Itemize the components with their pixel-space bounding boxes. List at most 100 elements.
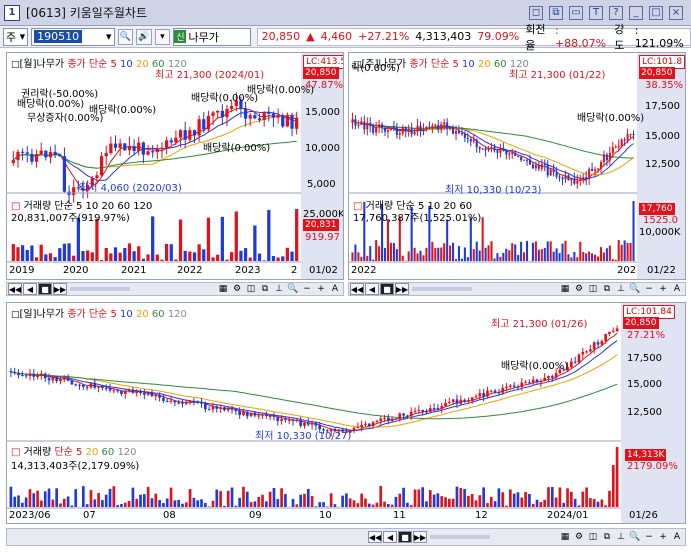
candle xyxy=(409,411,413,417)
prev-end-button[interactable]: ◀◀ xyxy=(350,283,364,295)
volume-bar xyxy=(371,504,375,507)
help-icon[interactable]: ? xyxy=(609,5,623,20)
volume-bar xyxy=(351,252,354,261)
next-button[interactable]: ▶▶ xyxy=(413,531,427,543)
volume-bar xyxy=(508,250,511,261)
code-input[interactable]: 190510 ▾ xyxy=(31,27,115,46)
zoom-icon[interactable]: 🔍 xyxy=(287,284,299,294)
close-icon[interactable]: × xyxy=(669,5,683,20)
scroll-track[interactable] xyxy=(412,287,472,291)
prev-button[interactable]: ◀ xyxy=(383,531,397,543)
overlap-icon[interactable]: ◫ xyxy=(245,284,257,294)
prev-button[interactable]: ◀ xyxy=(365,283,379,295)
volume-bar xyxy=(455,486,459,507)
volume-bar xyxy=(101,500,104,507)
candle xyxy=(611,147,614,153)
volume-bar xyxy=(501,492,505,507)
volume-bar xyxy=(86,250,90,261)
crosshair-icon[interactable]: ⊥ xyxy=(273,284,285,294)
settings-icon[interactable]: ⚙ xyxy=(573,532,585,542)
weekly-chart-pane[interactable]: □[주]나무가 종가 단순 5 10 20 60 120 락(0.00%) 최고… xyxy=(348,52,686,280)
maximize-icon[interactable]: □ xyxy=(649,5,663,20)
copy-icon[interactable]: ⧉ xyxy=(549,5,563,20)
volume-bar xyxy=(395,249,398,261)
grid-icon[interactable]: ▦ xyxy=(559,532,571,542)
plus-icon[interactable]: + xyxy=(657,284,669,294)
copy-icon[interactable]: ⧉ xyxy=(601,284,613,294)
copy-icon[interactable]: ⧉ xyxy=(601,532,613,542)
volume-bar xyxy=(333,504,337,507)
daily-chart-pane[interactable]: □[일]나무가 종가 단순 5 10 20 60 120 최고 21,300 (… xyxy=(6,302,686,524)
candle xyxy=(20,151,25,153)
volume-bar xyxy=(413,489,417,507)
grid-icon[interactable]: ▦ xyxy=(559,284,571,294)
volume-bar xyxy=(262,260,266,261)
candle xyxy=(127,389,131,391)
crosshair-icon[interactable]: ⊥ xyxy=(615,532,627,542)
window-icon[interactable]: ▭ xyxy=(569,5,583,20)
volume-bar xyxy=(632,201,635,261)
minus-icon[interactable]: − xyxy=(301,284,313,294)
prev-end-button[interactable]: ◀◀ xyxy=(368,531,382,543)
grid-icon[interactable]: ▦ xyxy=(217,284,229,294)
candle xyxy=(472,139,475,142)
overlap-icon[interactable]: ◫ xyxy=(587,284,599,294)
overlap-icon[interactable]: ◫ xyxy=(587,532,599,542)
candle xyxy=(467,400,470,402)
volume-bar xyxy=(592,499,596,507)
stop-button[interactable]: ■ xyxy=(38,283,52,295)
crosshair-icon[interactable]: ⊥ xyxy=(615,284,627,294)
candle xyxy=(24,375,28,377)
settings-icon[interactable]: ⚙ xyxy=(573,284,585,294)
prev-button[interactable]: ◀ xyxy=(23,283,37,295)
auto-icon[interactable]: A xyxy=(329,284,341,294)
candle xyxy=(539,380,543,383)
settings-icon[interactable]: ⚙ xyxy=(231,284,243,294)
candle xyxy=(82,384,85,387)
minimize-icon[interactable]: _ xyxy=(629,5,643,20)
next-button[interactable]: ▶▶ xyxy=(53,283,67,295)
monthly-chart-pane[interactable]: □[월]나무가 종가 단순 5 10 20 60 120 최고 21,300 (… xyxy=(6,52,344,280)
stop-button[interactable]: ■ xyxy=(398,531,412,543)
zoom-icon[interactable]: 🔍 xyxy=(629,532,641,542)
scroll-track[interactable] xyxy=(70,287,130,291)
auto-icon[interactable]: A xyxy=(671,284,683,294)
monthly-scrollbar[interactable]: ◀◀ ◀ ■ ▶▶ ▦ ⚙ ◫ ⧉ ⊥ 🔍 − + A xyxy=(6,282,344,296)
volume-bar xyxy=(512,493,516,507)
candle xyxy=(200,402,203,404)
plus-icon[interactable]: + xyxy=(315,284,327,294)
prev-end-button[interactable]: ◀◀ xyxy=(8,283,22,295)
candle xyxy=(406,415,409,417)
candle xyxy=(120,390,123,394)
weekly-pct: 38.35% xyxy=(645,80,684,91)
candle xyxy=(528,382,531,384)
plus-icon[interactable]: + xyxy=(657,532,669,542)
weekly-scrollbar[interactable]: ◀◀ ◀ ■ ▶▶ ▦ ⚙ ◫ ⧉ ⊥ 🔍 − + A xyxy=(348,282,686,296)
candle xyxy=(482,393,485,397)
minus-icon[interactable]: − xyxy=(643,284,655,294)
candle xyxy=(118,143,122,148)
volume-bar xyxy=(422,255,425,261)
auto-icon[interactable]: A xyxy=(671,532,683,542)
candle xyxy=(599,162,603,169)
dropdown-icon[interactable]: ▾ xyxy=(154,28,171,45)
volume-bar xyxy=(389,242,392,261)
volume-bar xyxy=(378,246,381,261)
minus-icon[interactable]: − xyxy=(643,532,655,542)
text-icon[interactable]: T xyxy=(589,5,603,20)
stop-button[interactable]: ■ xyxy=(380,283,394,295)
scroll-track[interactable] xyxy=(430,535,490,539)
sound-icon[interactable]: 🔊 xyxy=(136,28,152,45)
candle xyxy=(62,156,67,192)
daily-scrollbar[interactable]: ◀◀ ◀ ■ ▶▶ ▦ ⚙ ◫ ⧉ ⊥ 🔍 − + A xyxy=(6,528,686,546)
candle xyxy=(230,408,234,410)
volume-bar xyxy=(81,251,85,261)
copy-icon[interactable]: ⧉ xyxy=(259,284,271,294)
volume-bar xyxy=(364,498,367,507)
next-button[interactable]: ▶▶ xyxy=(395,283,409,295)
zoom-icon[interactable]: 🔍 xyxy=(629,284,641,294)
market-select[interactable]: 주 ▾ xyxy=(3,27,29,46)
volume-bar xyxy=(62,243,67,261)
restore-icon[interactable]: ◻ xyxy=(529,5,543,20)
search-icon[interactable]: 🔍 xyxy=(117,28,134,45)
